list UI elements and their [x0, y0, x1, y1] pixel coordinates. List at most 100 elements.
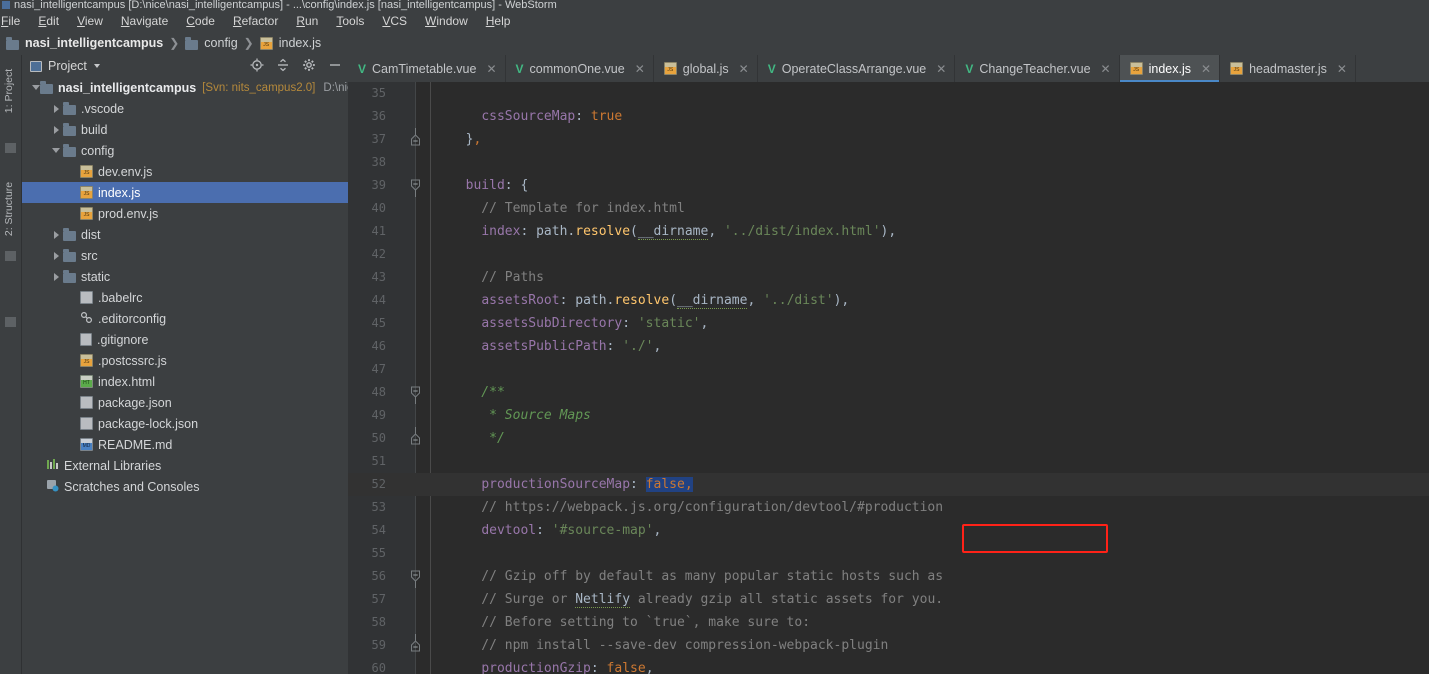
close-icon[interactable]: ✕: [486, 62, 496, 76]
close-icon[interactable]: ✕: [1101, 62, 1111, 76]
twisty-right-icon[interactable]: [49, 272, 63, 281]
code-line-text: */: [450, 427, 505, 450]
tree-node-index.html[interactable]: index.html: [22, 371, 348, 392]
fold-marker-start[interactable]: [408, 381, 422, 404]
tree-node-build[interactable]: build: [22, 119, 348, 140]
fold-marker-end[interactable]: [408, 427, 422, 450]
tool-button-project[interactable]: 1: Project: [3, 60, 19, 122]
app-icon: [2, 1, 10, 9]
tree-node-prod.env.js[interactable]: prod.env.js: [22, 203, 348, 224]
breadcrumb-item-nasi_intelligentcampus[interactable]: nasi_intelligentcampus: [6, 36, 163, 50]
code-token: ),: [880, 224, 897, 239]
line-number: 52: [371, 477, 386, 491]
close-icon[interactable]: ✕: [1337, 62, 1347, 76]
fold-marker-end[interactable]: [408, 634, 422, 657]
menu-item-tools[interactable]: Tools: [327, 12, 373, 30]
arrow-right: [53, 230, 59, 239]
tree-node-icon: [40, 81, 53, 94]
tree-node-.babelrc[interactable]: .babelrc: [22, 287, 348, 308]
twisty-down-icon[interactable]: [49, 148, 63, 153]
window-title-text: nasi_intelligentcampus [D:\nice\nasi_int…: [14, 0, 557, 11]
twisty-right-icon[interactable]: [49, 230, 63, 239]
editor-tab-index.js[interactable]: index.js ✕: [1119, 55, 1221, 82]
menu-item-code[interactable]: Code: [177, 12, 224, 30]
project-tree[interactable]: nasi_intelligentcampus [Svn: nits_campus2…: [22, 77, 348, 674]
menu-item-vcs[interactable]: VCS: [373, 12, 416, 30]
breadcrumb-item-config[interactable]: config: [185, 36, 238, 50]
twisty-right-icon[interactable]: [49, 104, 63, 113]
menu-item-view[interactable]: View: [68, 12, 112, 30]
selected-code-token: false: [645, 477, 685, 492]
chevron-down-icon[interactable]: [93, 64, 100, 68]
editor-tab-headmaster.js[interactable]: headmaster.js ✕: [1220, 55, 1356, 82]
editor-tab-global.js[interactable]: global.js ✕: [654, 55, 758, 82]
code-line-text: // npm install --save-dev compression-we…: [450, 634, 888, 657]
editor-tab-label: commonOne.vue: [529, 61, 625, 76]
code-token: ,: [653, 339, 662, 354]
code-editor[interactable]: 35 36 cssSourceMap: true 37 }, 38 39 build: …: [348, 82, 1429, 674]
js-file-icon: [80, 207, 93, 220]
arrow-right: [53, 251, 59, 260]
code-token: ,: [747, 293, 764, 308]
hide-panel-icon[interactable]: [328, 58, 342, 72]
code-line-text: assetsSubDirectory: 'static',: [450, 312, 708, 335]
code-line-36: 36 cssSourceMap: true: [348, 105, 1429, 128]
code-token: * Source Maps: [450, 408, 591, 423]
collapse-all-icon[interactable]: [276, 58, 290, 72]
code-line-50: 50 */: [348, 427, 1429, 450]
editor-tab-commonOne.vue[interactable]: VcommonOne.vue ✕: [506, 55, 654, 82]
code-line-text: productionGzip: false,: [450, 657, 654, 674]
tree-node-static[interactable]: static: [22, 266, 348, 287]
breadcrumb-item-label: index.js: [278, 36, 322, 50]
menu-item-edit[interactable]: Edit: [29, 12, 68, 30]
line-number: 49: [371, 408, 386, 422]
editor-tab-CamTimetable.vue[interactable]: V CamTimetable.vue ✕: [348, 55, 506, 82]
twisty-right-icon[interactable]: [49, 251, 63, 260]
tree-node-package-lock.json[interactable]: package-lock.json: [22, 413, 348, 434]
tree-node-index.js[interactable]: index.js: [22, 182, 348, 203]
close-icon[interactable]: ✕: [1201, 62, 1211, 76]
locate-icon[interactable]: [250, 58, 264, 72]
editor-tab-OperateClassArrange.vue[interactable]: V OperateClassArrange.vue ✕: [758, 55, 956, 82]
editor-tab-ChangeTeacher.vue[interactable]: V ChangeTeacher.vue ✕: [955, 55, 1120, 82]
editor-tab-label: global.js: [682, 61, 729, 76]
tree-node-.vscode[interactable]: .vscode: [22, 98, 348, 119]
tree-node-package.json[interactable]: package.json: [22, 392, 348, 413]
menu-item-file[interactable]: File: [0, 12, 29, 30]
code-token: '../dist/index.html': [723, 224, 881, 239]
folder-icon: [63, 270, 76, 283]
tree-node-label: .gitignore: [97, 332, 149, 347]
tree-node-.editorconfig[interactable]: .editorconfig: [22, 308, 348, 329]
fold-marker-start[interactable]: [408, 565, 422, 588]
menu-item-navigate[interactable]: Navigate: [112, 12, 177, 30]
tree-node-README.md[interactable]: README.md: [22, 434, 348, 455]
vue-file-icon: V: [965, 61, 974, 76]
fold-marker-end[interactable]: [408, 128, 422, 151]
tree-node-External Libraries[interactable]: External Libraries: [22, 455, 348, 476]
breadcrumb-item-index.js[interactable]: index.js: [259, 36, 322, 50]
tool-button-structure[interactable]: 2: Structure: [3, 178, 19, 240]
fold-marker-start[interactable]: [408, 174, 422, 197]
code-token: ,: [645, 661, 654, 674]
tree-node-.postcssrc.js[interactable]: .postcssrc.js: [22, 350, 348, 371]
close-icon[interactable]: ✕: [739, 62, 749, 76]
tree-node-Scratches and Consoles[interactable]: Scratches and Consoles: [22, 476, 348, 497]
twisty-right-icon[interactable]: [49, 125, 63, 134]
tree-node-nasi_intelligentcampus[interactable]: nasi_intelligentcampus [Svn: nits_campus2…: [22, 77, 348, 98]
tree-node-dev.env.js[interactable]: dev.env.js: [22, 161, 348, 182]
close-icon[interactable]: ✕: [936, 62, 946, 76]
tree-node-src[interactable]: src: [22, 245, 348, 266]
twisty-down-icon[interactable]: [32, 85, 40, 90]
breadcrumb-item-label: config: [204, 36, 238, 50]
gear-icon[interactable]: [302, 58, 316, 72]
menu-item-run[interactable]: Run: [287, 12, 327, 30]
menu-item-refactor[interactable]: Refactor: [224, 12, 287, 30]
close-icon[interactable]: ✕: [635, 62, 645, 76]
tree-node-config[interactable]: config: [22, 140, 348, 161]
line-number: 36: [371, 109, 386, 123]
tree-node-dist[interactable]: dist: [22, 224, 348, 245]
tree-node-.gitignore[interactable]: .gitignore: [22, 329, 348, 350]
menu-item-window[interactable]: Window: [416, 12, 477, 30]
menu-item-help[interactable]: Help: [477, 12, 520, 30]
